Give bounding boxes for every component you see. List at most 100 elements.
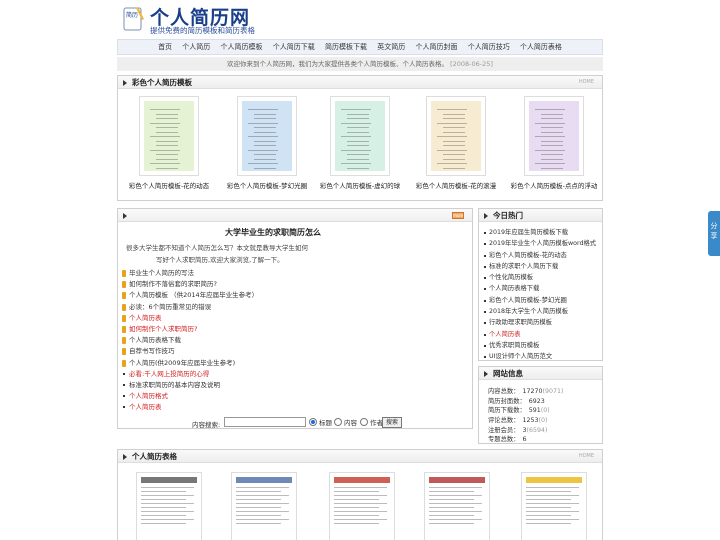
article-list-item[interactable]: 个人简历表格下载	[122, 335, 322, 346]
nav-resume-tips[interactable]: 个人简历技巧	[468, 40, 510, 54]
article-list-item[interactable]: 个人简历表	[122, 313, 322, 324]
preview-line	[541, 158, 563, 160]
preview-line	[141, 511, 195, 512]
template-card[interactable]: 彩色个人简历模板-花的滚漫	[410, 96, 502, 190]
hot-list-item[interactable]: UI设计师个人简历范文	[484, 351, 604, 362]
hot-list-item[interactable]: 2019年毕业生个人简历模板word格式	[484, 238, 604, 249]
more-link[interactable]: HOME	[579, 79, 594, 85]
article-link[interactable]: 必读：6个简历重常见的错误	[129, 303, 211, 311]
preview-line	[150, 163, 180, 164]
article-list-item[interactable]: 个人简历表	[122, 402, 322, 413]
article-list-item[interactable]: 如何制作个人求职简历?	[122, 324, 322, 335]
preview-line	[429, 491, 474, 492]
hot-list-item[interactable]: 个人简历表格下载	[484, 283, 604, 294]
table-thumbnail[interactable]	[521, 472, 587, 540]
template-caption[interactable]: 彩色个人简历模板-梦幻光圈	[221, 180, 313, 190]
hot-list-item[interactable]: 行政助理求职简历模板	[484, 317, 604, 328]
template-thumbnail[interactable]	[139, 96, 199, 176]
nav-home[interactable]: 首页	[158, 40, 172, 54]
hot-list-item[interactable]: 彩色个人简历模板-花的动态	[484, 250, 604, 261]
more-badge[interactable]: more	[452, 212, 464, 219]
search-button[interactable]: 搜索	[382, 417, 402, 428]
article-link[interactable]: 个人简历表	[129, 403, 162, 411]
article-link[interactable]: 个人简历(供2009年应届毕业生参考)	[129, 359, 235, 367]
logo-icon[interactable]: 简历	[123, 5, 147, 31]
article-link[interactable]: 自荐书写作技巧	[129, 347, 175, 355]
search-input[interactable]	[224, 417, 306, 427]
preview-line	[429, 487, 483, 488]
template-caption[interactable]: 彩色个人简历模板-虚幻的球	[314, 180, 406, 190]
template-thumbnail[interactable]	[330, 96, 390, 176]
stat-extra: (0)	[538, 417, 548, 425]
nav-resume-table[interactable]: 个人简历表格	[520, 40, 562, 54]
hot-list-item[interactable]: 个性化简历模板	[484, 272, 604, 283]
radio-button[interactable]	[309, 418, 317, 426]
table-thumbnail[interactable]	[136, 472, 202, 540]
hot-list-item[interactable]: 优秀求职简历模板	[484, 340, 604, 351]
radio-button[interactable]	[334, 418, 342, 426]
article-list-item[interactable]: 必读：6个简历重常见的错误	[122, 302, 322, 313]
resume-table-section: 个人简历表格 HOME	[117, 449, 603, 540]
nav-resume-template[interactable]: 个人简历模板	[221, 40, 263, 54]
hot-list-item[interactable]: 个人简历表	[484, 329, 604, 340]
table-thumbnail[interactable]	[329, 472, 395, 540]
hot-list-item[interactable]: 标准的求职个人简历下载	[484, 261, 604, 272]
article-list-item[interactable]: 如何制作不落俗套的求职简历?	[122, 279, 322, 290]
preview-line	[437, 149, 467, 151]
template-card[interactable]: 彩色个人简历模板-花的动态	[123, 96, 215, 190]
hot-list-item[interactable]: 2019年应届生简历模板下载	[484, 227, 604, 238]
template-card[interactable]: 彩色个人简历模板-梦幻光圈	[221, 96, 313, 190]
template-thumbnail[interactable]	[524, 96, 584, 176]
nav-english-resume[interactable]: 英文简历	[377, 40, 405, 54]
preview-line	[156, 145, 178, 146]
article-list-item[interactable]: 个人简历模板 （供2014年应届毕业生参考）	[122, 290, 322, 301]
hot-list-item[interactable]: 2018年大学生个人简历模板	[484, 306, 604, 317]
radio-content[interactable]: 内容	[334, 417, 357, 427]
article-list-item[interactable]: 自荐书写作技巧	[122, 346, 322, 357]
nav-resume[interactable]: 个人简历	[182, 40, 210, 54]
more-link[interactable]: HOME	[579, 453, 594, 459]
stat-label: 专题总数：	[488, 436, 520, 444]
preview-line	[443, 158, 465, 160]
table-thumbnail[interactable]	[424, 472, 490, 540]
template-caption[interactable]: 彩色个人简历模板-花的动态	[123, 180, 215, 190]
bullet-icon	[123, 372, 125, 375]
article-link[interactable]: 如何制作不落俗套的求职简历?	[129, 280, 217, 288]
template-thumbnail[interactable]	[426, 96, 486, 176]
share-button[interactable]: 分享	[708, 211, 720, 256]
table-thumbnail[interactable]	[231, 472, 297, 540]
article-list-item[interactable]: 标准求职简历的基本内容及说明	[122, 380, 322, 391]
template-thumbnail[interactable]	[237, 96, 297, 176]
article-title[interactable]: 大学毕业生的求职简历怎么	[178, 227, 368, 238]
preview-line	[334, 499, 379, 500]
stats-section: 网站信息 内容总数： 17270(9071) 简历封面数： 6923 简历下载数： 591…	[478, 366, 603, 444]
template-caption[interactable]: 彩色个人简历模板-花的滚漫	[410, 180, 502, 190]
preview-line	[254, 118, 276, 119]
section-title: 个人简历表格	[132, 452, 177, 461]
article-link[interactable]: 个人简历表	[129, 314, 162, 322]
template-caption[interactable]: 彩色个人简历模板-点点的浮动	[508, 180, 600, 190]
nav-resume-cover[interactable]: 个人简历封面	[415, 40, 457, 54]
radio-button[interactable]	[360, 418, 368, 426]
article-link[interactable]: 必看:千人网上投简历的心得	[129, 370, 209, 378]
preview-line	[334, 511, 388, 512]
radio-author[interactable]: 作者	[360, 417, 383, 427]
article-link[interactable]: 毕业生个人简历的写法	[129, 269, 194, 277]
article-link[interactable]: 如何制作个人求职简历?	[129, 325, 197, 333]
nav-template-download[interactable]: 简历模板下载	[325, 40, 367, 54]
article-list-item[interactable]: 毕业生个人简历的写法	[122, 268, 322, 279]
article-link[interactable]: 个人简历表格下载	[129, 336, 181, 344]
article-link[interactable]: 个人简历格式	[129, 392, 168, 400]
article-list-item[interactable]: 个人简历(供2009年应届毕业生参考)	[122, 358, 322, 369]
radio-title[interactable]: 标题	[309, 417, 332, 427]
template-card[interactable]: 彩色个人简历模板-点点的浮动	[508, 96, 600, 190]
preview-line	[236, 487, 290, 488]
template-card[interactable]: 彩色个人简历模板-虚幻的球	[314, 96, 406, 190]
preview-line	[535, 136, 565, 137]
article-list-item[interactable]: 必看:千人网上投简历的心得	[122, 369, 322, 380]
article-list-item[interactable]: 个人简历格式	[122, 391, 322, 402]
hot-list-item[interactable]: 彩色个人简历模板-梦幻光圈	[484, 295, 604, 306]
nav-resume-download[interactable]: 个人简历下载	[273, 40, 315, 54]
article-link[interactable]: 标准求职简历的基本内容及说明	[129, 381, 220, 389]
article-link[interactable]: 个人简历模板 （供2014年应届毕业生参考）	[129, 291, 258, 299]
